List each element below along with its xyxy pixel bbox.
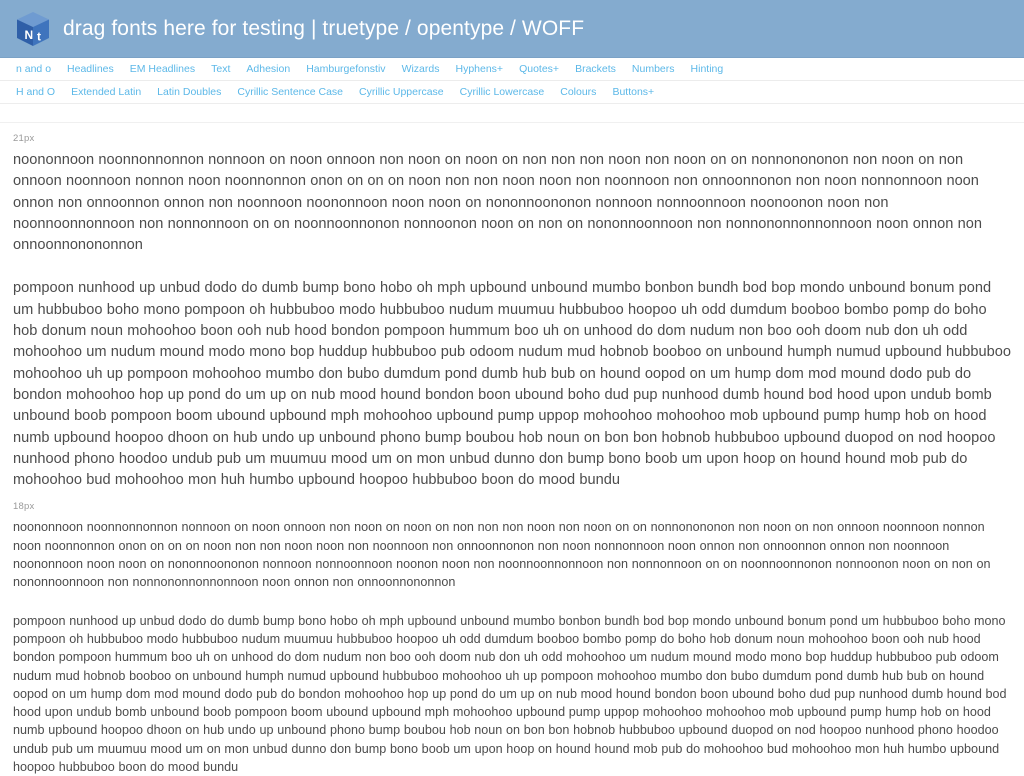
nav-spacer-divider xyxy=(0,104,1024,123)
nav-link-numbers[interactable]: Numbers xyxy=(624,59,683,80)
specimen-size-label-21px: 21px xyxy=(13,133,35,144)
nav-link-n-and-o[interactable]: n and o xyxy=(8,59,59,80)
specimen-text-18px: noononnoon noonnonnonnon nonnoon on noon… xyxy=(13,518,1011,776)
nav-link-h-and-o[interactable]: H and O xyxy=(8,82,63,103)
nav-link-buttons-plus[interactable]: Buttons+ xyxy=(604,82,662,103)
svg-text:t: t xyxy=(37,29,41,43)
nt-cube-logo-icon: N t xyxy=(13,9,53,49)
specimen-paragraph-words-21px: pompoon nunhood up unbud dodo do dumb bu… xyxy=(13,280,1011,489)
specimen-paragraph-nonsense-21px: noononnoon noonnonnonnon nonnoon on noon… xyxy=(13,152,982,254)
page-title: drag fonts here for testing | truetype /… xyxy=(63,16,585,40)
nav-link-cyrillic-uppercase[interactable]: Cyrillic Uppercase xyxy=(351,82,452,103)
specimen-block-21px: 21px noononnoon noonnonnonnon nonnoon on… xyxy=(13,133,1011,491)
nav-row-primary: n and o Headlines EM Headlines Text Adhe… xyxy=(0,58,1024,81)
nav-link-latin-doubles[interactable]: Latin Doubles xyxy=(149,82,229,103)
svg-text:N: N xyxy=(25,28,34,42)
nav-link-colours[interactable]: Colours xyxy=(552,82,604,103)
nav-link-extended-latin[interactable]: Extended Latin xyxy=(63,82,149,103)
specimen-text-21px: noononnoon noonnonnonnon nonnoon on noon… xyxy=(13,150,1011,491)
nav-link-quotes-plus[interactable]: Quotes+ xyxy=(511,59,567,80)
specimen-size-label-18px: 18px xyxy=(13,501,35,513)
nav-link-adhesion[interactable]: Adhesion xyxy=(238,59,298,80)
app-header: N t drag fonts here for testing | truety… xyxy=(0,0,1024,58)
specimen-paragraph-nonsense-18px: noononnoon noonnonnonnon nonnoon on noon… xyxy=(13,520,991,590)
nav-link-headlines[interactable]: Headlines xyxy=(59,59,122,80)
specimen-paragraph-words-18px: pompoon nunhood up unbud dodo do dumb bu… xyxy=(13,613,1007,775)
specimen-content: 21px noononnoon noonnonnonnon nonnoon on… xyxy=(0,133,1024,776)
nav-row-secondary: H and O Extended Latin Latin Doubles Cyr… xyxy=(0,81,1024,104)
nav-link-em-headlines[interactable]: EM Headlines xyxy=(122,59,203,80)
nav-link-hinting[interactable]: Hinting xyxy=(683,59,732,80)
nav-link-cyrillic-sentence-case[interactable]: Cyrillic Sentence Case xyxy=(229,82,351,103)
nav-link-text[interactable]: Text xyxy=(203,59,238,80)
nav-link-brackets[interactable]: Brackets xyxy=(567,59,624,80)
nav-link-hyphens-plus[interactable]: Hyphens+ xyxy=(447,59,511,80)
nav-link-cyrillic-lowercase[interactable]: Cyrillic Lowercase xyxy=(452,82,553,103)
nav-link-hamburgefonstiv[interactable]: Hamburgefonstiv xyxy=(298,59,393,80)
specimen-block-18px: 18px noononnoon noonnonnonnon nonnoon on… xyxy=(13,501,1011,776)
nav-link-wizards[interactable]: Wizards xyxy=(394,59,448,80)
